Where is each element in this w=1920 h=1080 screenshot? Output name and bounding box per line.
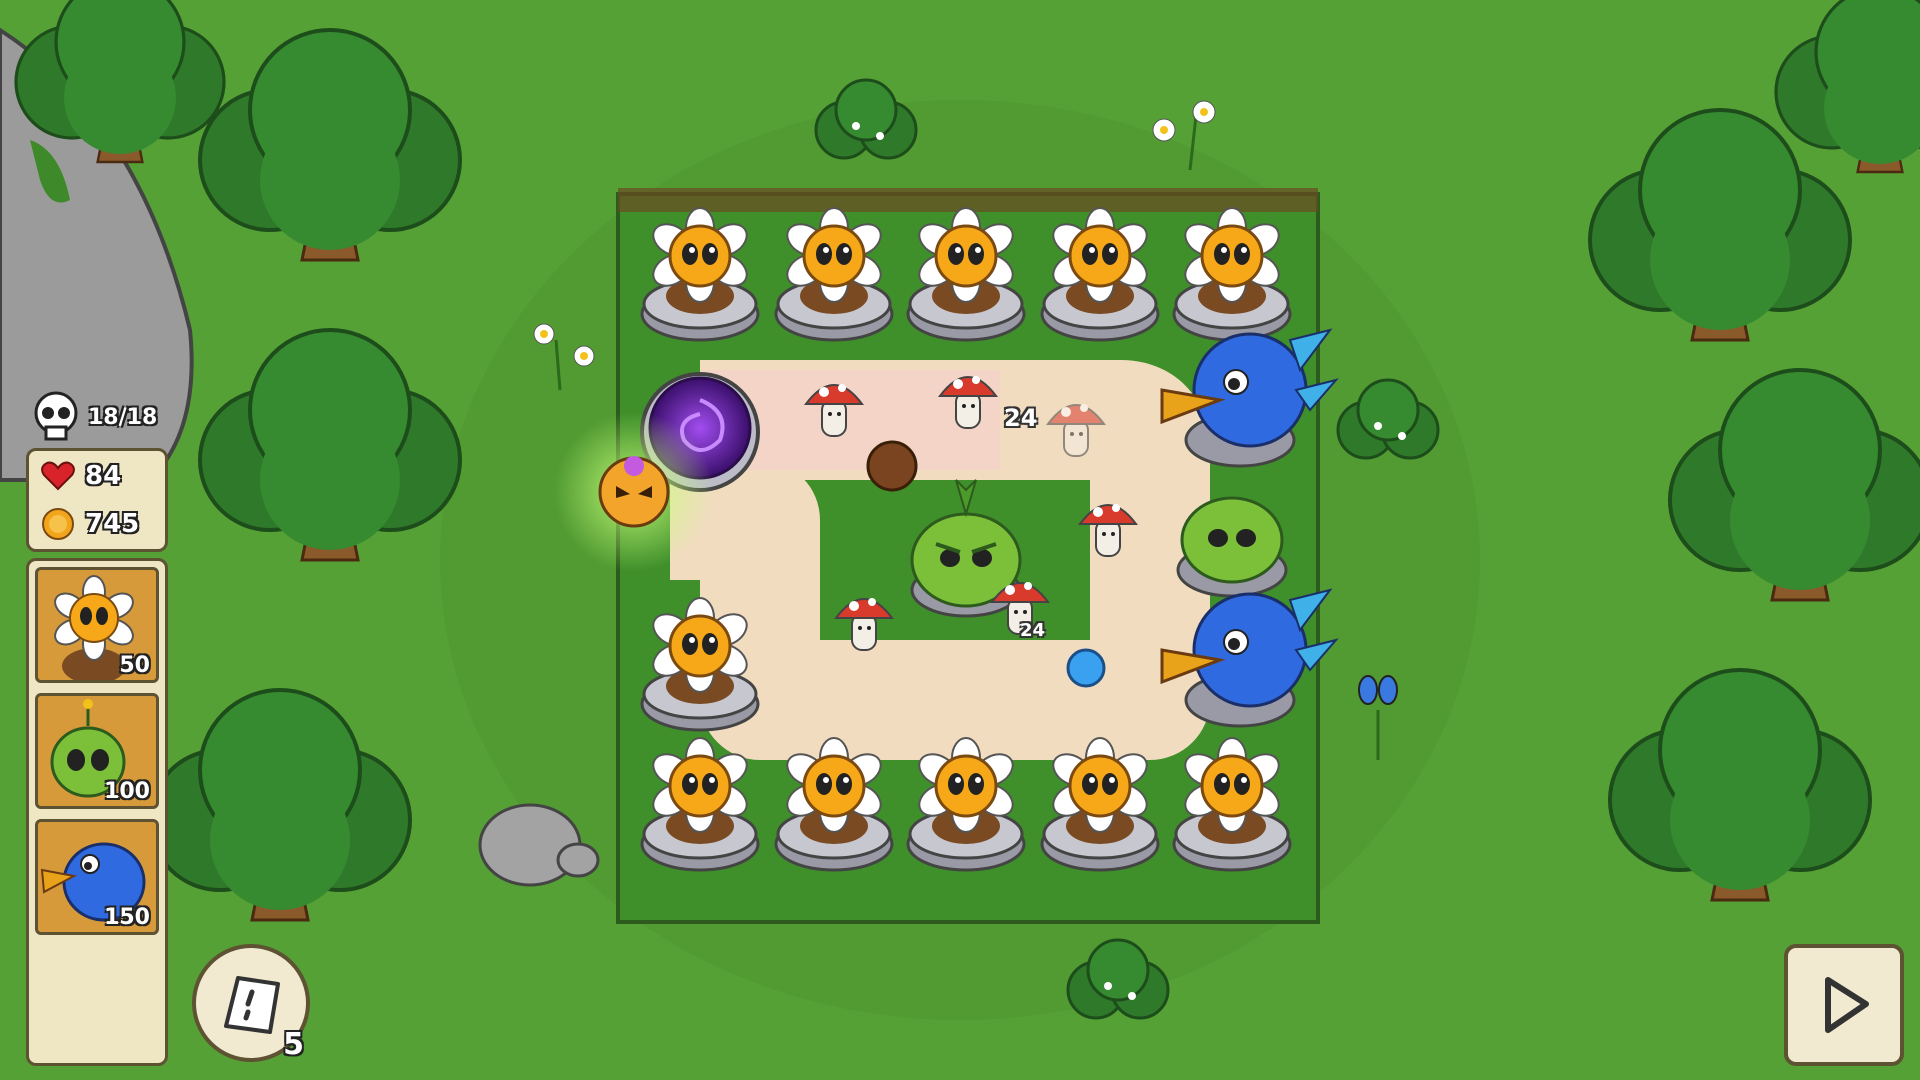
sunflower-tower[interactable] — [1040, 206, 1160, 342]
game-field — [0, 0, 1920, 1080]
resource-panel: 84 745 — [26, 448, 168, 552]
damage-number: 24 — [1004, 404, 1038, 432]
coin-icon — [42, 508, 74, 540]
enemy-skull-goal — [598, 456, 670, 528]
shop-item-blue-bird[interactable]: 150 — [35, 819, 159, 935]
sunflower-tower[interactable] — [640, 206, 760, 342]
coins-display: 745 — [41, 507, 139, 541]
blue-bird-price: 150 — [104, 905, 150, 930]
sunflower-tower[interactable] — [906, 736, 1026, 872]
damage-number: 24 — [1020, 620, 1046, 641]
seed-projectile — [866, 440, 918, 492]
sunflower-tower[interactable] — [1172, 736, 1292, 872]
sunflower-tower[interactable] — [774, 206, 894, 342]
sunflower-tower[interactable] — [640, 736, 760, 872]
sunflower-tower[interactable] — [774, 736, 894, 872]
play-icon — [1825, 977, 1869, 1033]
lives-display: 84 — [41, 461, 121, 491]
sunflower-tower[interactable] — [640, 596, 760, 732]
wave-counter-text: 18/18 — [88, 404, 158, 430]
shop-item-sunflower[interactable]: 50 — [35, 567, 159, 683]
sunflower-tower[interactable] — [1040, 736, 1160, 872]
play-button[interactable] — [1784, 944, 1904, 1066]
green-sprout-price: 100 — [104, 779, 150, 804]
sunflower-price: 50 — [119, 653, 150, 678]
green-sprout-tower[interactable] — [1176, 496, 1288, 598]
sunflower-tower[interactable] — [906, 206, 1026, 342]
sunflower-tower[interactable] — [1172, 206, 1292, 342]
heart-icon — [41, 461, 75, 491]
shovel-count: 5 — [283, 1027, 304, 1062]
shovel-button[interactable]: 5 — [192, 944, 310, 1062]
coins-value: 745 — [85, 509, 140, 539]
skull-icon — [34, 391, 78, 441]
wave-counter: 18/18 — [30, 391, 170, 442]
shop-item-green-sprout[interactable]: 100 — [35, 693, 159, 809]
water-projectile — [1066, 648, 1106, 688]
game-screen: 24 24 18/18 84 745 50 100 150 5 — [0, 0, 1920, 1080]
lives-value: 84 — [85, 461, 122, 491]
tower-shop: 50 100 150 — [26, 558, 168, 1066]
